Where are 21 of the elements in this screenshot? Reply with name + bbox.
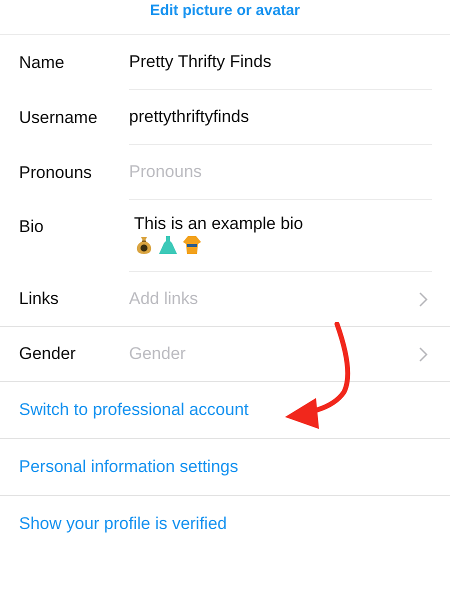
settings-link[interactable]: Switch to professional account [19,400,249,420]
settings-link[interactable]: Personal information settings [19,457,238,477]
chevron-icon[interactable] [419,346,428,362]
field-placeholder[interactable]: Add links [129,289,198,309]
field-label: Gender [19,344,77,364]
field-label: Name [19,52,66,72]
field-placeholder[interactable]: Gender [129,344,186,364]
settings-link[interactable]: Show your profile is verified [19,514,227,534]
field-label: Links [19,289,60,309]
field-label: Username [19,108,98,128]
edit-picture-link[interactable]: Edit picture or avatar [150,2,300,19]
field-label: Bio [19,216,45,237]
field-value[interactable]: Pretty Thrifty Finds [129,52,272,72]
field-placeholder[interactable]: Pronouns [129,162,202,182]
field-label: Pronouns [19,162,93,182]
chevron-icon[interactable] [419,292,428,306]
field-value[interactable]: prettythriftyfinds [129,107,249,127]
money-bag-icon [134,235,154,255]
dress-icon [158,235,178,255]
robe-icon [182,235,202,255]
bio-text[interactable]: This is an example bio [134,214,304,233]
